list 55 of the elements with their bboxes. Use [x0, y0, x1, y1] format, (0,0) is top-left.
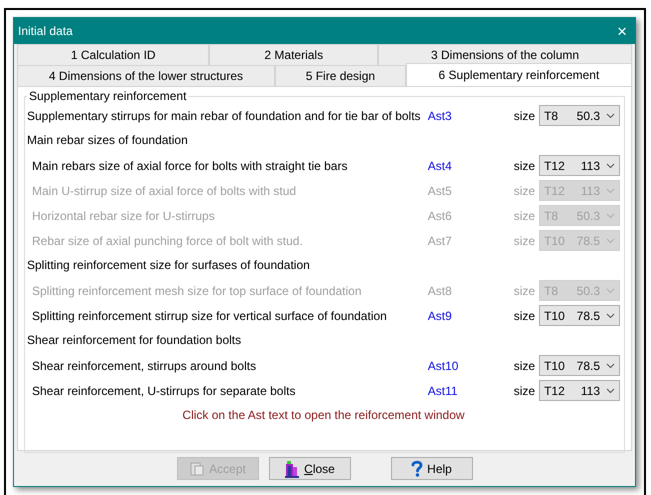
row-label: Splitting reinforcement mesh size for top surface of foundation	[31, 282, 363, 300]
group-title: Supplementary reinforcement	[27, 89, 188, 103]
row-label: Shear reinforcement, U-stirrups for separate bolts	[31, 382, 296, 400]
size-dropdown[interactable]: T12 113	[539, 380, 620, 401]
tab[interactable]: 3 Dimensions of the column	[378, 44, 632, 65]
row-label: Rebar size of axial punching force of bolt with stud.	[31, 232, 304, 250]
size-label: size	[512, 108, 536, 124]
size-dropdown[interactable]: T10 78.5	[539, 355, 620, 376]
row-label: Shear reinforcement, stirrups around bolts	[31, 358, 258, 374]
door-icon	[284, 460, 300, 478]
section-heading: Splitting reinforcement size for surfases of foundation	[27, 257, 311, 274]
document-icon	[189, 460, 206, 476]
row-label: Splitting reinforcement stirrup size for vertical surface of foundation	[31, 308, 388, 324]
chevron-down-icon	[606, 112, 615, 118]
size-label: size	[512, 308, 536, 324]
window-title: Initial data	[18, 23, 73, 40]
ast-link[interactable]: Ast10	[428, 356, 503, 374]
size-label: size	[512, 208, 536, 224]
section-heading: Shear reinforcement for foundation bolts	[27, 332, 242, 349]
row-label: Supplementary stirrups for main rebar of foundation and for tie bar of bolts	[27, 108, 422, 124]
row-label: Main U-stirrup size of axial force of bolts with stud	[31, 182, 298, 200]
close-button[interactable]: ×	[617, 22, 627, 40]
help-button[interactable]: Help	[390, 457, 472, 480]
chevron-down-icon	[606, 288, 615, 294]
size-dropdown[interactable]: T10 78.5	[539, 305, 620, 326]
hint-text: Click on the Ast text to open the reiforcement window	[181, 407, 466, 424]
chevron-down-icon	[606, 312, 615, 318]
chevron-down-icon	[606, 238, 615, 244]
size-dropdown[interactable]: T8 50.3	[539, 105, 620, 126]
tab[interactable]: 5 Fire design	[274, 65, 406, 86]
size-label: size	[512, 158, 536, 174]
close-button[interactable]: Close	[268, 457, 350, 480]
row-label: Horizontal rebar size for U-stirrups	[31, 208, 216, 224]
chevron-down-icon	[606, 388, 615, 394]
size-label: size	[512, 358, 536, 374]
ast-link[interactable]: Ast3	[428, 106, 502, 124]
size-label: size	[512, 382, 536, 400]
size-label: size	[512, 232, 536, 250]
tab[interactable]: 4 Dimensions of the lower structures	[17, 65, 275, 86]
question-icon	[411, 460, 424, 477]
chevron-down-icon	[606, 188, 615, 194]
chevron-down-icon	[606, 362, 615, 368]
chevron-down-icon	[606, 212, 615, 218]
size-label: size	[512, 182, 536, 200]
ast-link[interactable]: Ast11	[428, 382, 503, 400]
size-dropdown[interactable]: T12 113	[539, 155, 620, 176]
section-heading: Main rebar sizes of foundation	[27, 132, 189, 149]
chevron-down-icon	[606, 162, 615, 168]
size-label: size	[512, 282, 536, 300]
row-label: Main rebars size of axial force for bolts with straight tie bars	[31, 158, 348, 174]
ast-link[interactable]: Ast9	[428, 306, 503, 324]
tab[interactable]: 1 Calculation ID	[17, 44, 210, 65]
tab[interactable]: 6 Suplementary reinforcement	[406, 63, 632, 86]
ast-link[interactable]: Ast4	[428, 156, 503, 174]
tab[interactable]: 2 Materials	[209, 44, 378, 65]
